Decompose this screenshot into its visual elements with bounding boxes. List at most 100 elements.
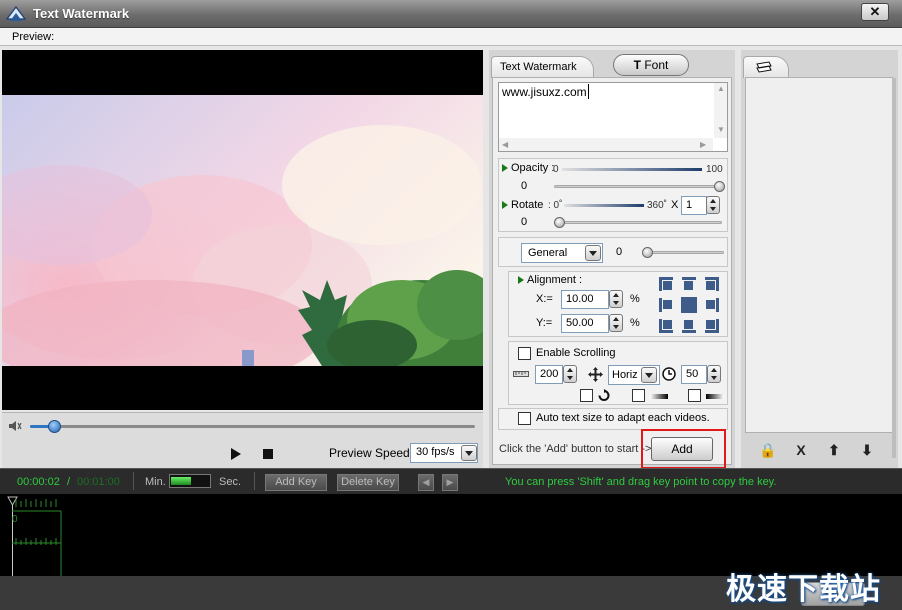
scroll-duration-input[interactable]: 50 (681, 365, 707, 384)
opacity-value: 0 (521, 180, 528, 192)
timeline-hint: You can press 'Shift' and drag key point… (505, 476, 777, 488)
opacity-label: Opacity : (511, 162, 555, 174)
timeline-marker: 0 (12, 514, 18, 525)
total-time: 00:01:00 (77, 476, 120, 488)
mode-slider-thumb[interactable] (642, 247, 653, 258)
clock-icon (662, 367, 676, 381)
y-value: 50.00 (566, 317, 594, 329)
time-scale-indicator (171, 477, 191, 485)
rotate-gradient (564, 204, 644, 207)
tab-font[interactable]: T Font (613, 54, 689, 76)
move-down-icon[interactable]: ⬇ (857, 442, 877, 460)
scroll-speed-stepper[interactable] (563, 365, 577, 383)
y-unit: % (630, 317, 640, 329)
time-separator: / (67, 476, 71, 488)
play-icon[interactable] (230, 447, 242, 461)
expand-alignment-icon[interactable] (518, 276, 524, 284)
font-icon: T (633, 58, 641, 72)
scroll-speed-input[interactable]: 200 (535, 365, 563, 384)
video-frame-image (2, 95, 483, 366)
y-label: Y:= (536, 317, 553, 329)
toolbar-divider (254, 472, 255, 490)
preview-speed-value: 30 fps/s (416, 446, 455, 458)
title-bar (0, 0, 902, 28)
direction-chevron-down-icon[interactable] (641, 367, 657, 383)
loop-checkbox[interactable] (580, 389, 593, 402)
add-hint: Click the 'Add' button to start -> (499, 443, 652, 455)
mode-slider[interactable] (644, 251, 724, 254)
mode-chevron-down-icon[interactable] (585, 245, 601, 261)
chevron-down-icon[interactable] (461, 445, 477, 461)
y-input[interactable]: 50.00 (561, 314, 609, 333)
seek-track[interactable] (30, 425, 475, 428)
x-unit: % (630, 293, 640, 305)
text-vertical-scrollbar[interactable]: ▲ ▼ (714, 83, 727, 138)
window-title: Text Watermark (33, 6, 130, 21)
mode-value: General (528, 247, 568, 259)
layers-icon (756, 61, 772, 73)
expand-rotate-icon[interactable] (502, 201, 508, 209)
fade-out-checkbox[interactable] (688, 389, 701, 402)
scroll-duration-value: 50 (686, 368, 699, 380)
enable-scrolling-checkbox[interactable] (518, 347, 531, 360)
stop-icon[interactable] (263, 449, 273, 459)
move-up-icon[interactable]: ⬆ (824, 442, 844, 460)
x-stepper[interactable] (609, 290, 623, 308)
sec-label: Sec. (219, 476, 242, 488)
min-label: Min. (145, 476, 166, 488)
move-direction-icon (588, 367, 603, 382)
watermark-list[interactable] (745, 77, 893, 433)
opacity-slider[interactable] (554, 185, 722, 188)
x-label: X:= (536, 293, 553, 305)
ruler-icon (513, 371, 529, 377)
seek-thumb[interactable] (48, 420, 61, 433)
rotate-min: : 0˚ (548, 200, 563, 211)
x-value: 10.00 (566, 293, 594, 305)
opacity-gradient (562, 168, 702, 171)
alignment-grid-icon[interactable] (658, 276, 720, 334)
toolbar-divider (133, 472, 134, 490)
opacity-slider-thumb[interactable] (714, 181, 725, 192)
add-key-button[interactable]: Add Key (265, 474, 327, 491)
rotate-times-label: X (671, 199, 679, 211)
preview-speed-label: Preview Speed: (329, 446, 414, 460)
rotate-count-stepper[interactable] (706, 196, 720, 214)
preview-bar (0, 28, 902, 46)
preview-label: Preview: (12, 31, 55, 43)
text-caret (588, 84, 589, 99)
rotate-count-input[interactable]: 1 (681, 196, 707, 215)
rotate-count-value: 1 (686, 199, 693, 211)
auto-size-checkbox[interactable] (518, 412, 531, 425)
rotate-slider[interactable] (554, 221, 722, 224)
scroll-speed-value: 200 (540, 368, 559, 380)
add-button-highlight (641, 429, 726, 469)
site-watermark-logo: 极速下载站 (726, 573, 881, 606)
lock-icon[interactable]: 🔒 (758, 442, 778, 460)
rotate-max: 360˚ (647, 200, 668, 211)
tab-text-watermark[interactable]: Text Watermark (491, 56, 594, 78)
tab-font-label: Font (644, 58, 669, 72)
opacity-max: 100 (706, 164, 723, 175)
text-horizontal-scrollbar[interactable]: ◀ ▶ (499, 138, 713, 151)
rotate-label: Rotate (511, 199, 544, 211)
list-scrollbar[interactable] (892, 78, 896, 458)
app-icon (5, 6, 27, 21)
watermark-text-value: www.jisuxz.com (502, 85, 587, 99)
close-button[interactable]: ✕ (861, 3, 889, 21)
y-stepper[interactable] (609, 314, 623, 332)
fade-in-checkbox[interactable] (632, 389, 645, 402)
x-input[interactable]: 10.00 (561, 290, 609, 309)
delete-key-button[interactable]: Delete Key (337, 474, 399, 491)
scroll-duration-stepper[interactable] (707, 365, 721, 383)
tab-watermark-list[interactable] (743, 56, 789, 78)
timeline-ruler (7, 496, 62, 576)
rotate-slider-thumb[interactable] (554, 217, 565, 228)
auto-size-label: Auto text size to adapt each videos. (536, 412, 710, 424)
rotate-value: 0 (521, 216, 528, 228)
delete-icon[interactable]: X (791, 442, 811, 460)
previous-key-icon[interactable]: ◀ (418, 474, 434, 491)
expand-opacity-icon[interactable] (502, 164, 508, 172)
next-key-icon[interactable]: ▶ (442, 474, 458, 491)
fade-out-icon (706, 394, 724, 399)
volume-icon[interactable] (8, 420, 22, 432)
